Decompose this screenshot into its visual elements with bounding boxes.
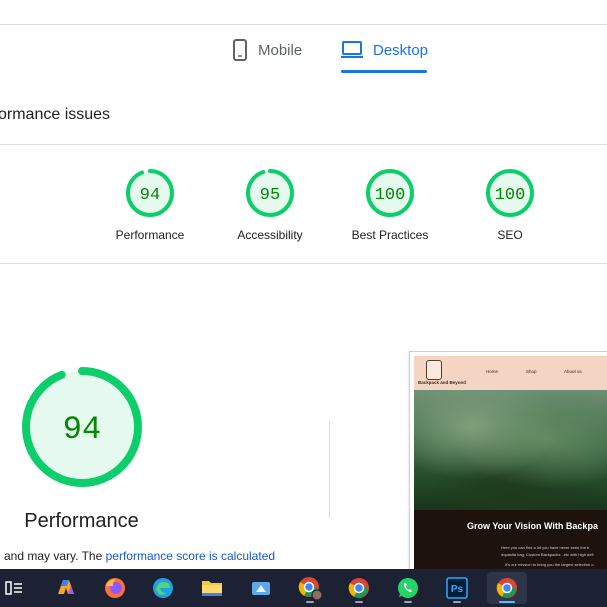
taskbar: Ps	[0, 569, 607, 607]
photoshop-label: Ps	[451, 584, 464, 595]
site-nav: Backpack and Beyond Home Shop About us	[414, 356, 607, 390]
issues-heading: ormance issues	[0, 106, 111, 123]
site-nav-about: About us	[564, 369, 582, 374]
gauge-score: 95	[260, 186, 280, 205]
divider	[0, 144, 607, 145]
score-gauge-accessibility[interactable]: 95 Accessibility	[210, 168, 330, 242]
divider	[0, 263, 607, 264]
site-nav-shop: Shop	[526, 369, 537, 374]
site-nav-home: Home	[486, 369, 499, 374]
taskbar-task-view[interactable]	[0, 572, 34, 604]
taskbar-photoshop[interactable]: Ps	[437, 572, 477, 604]
hero-image	[414, 390, 607, 510]
taskbar-firefox[interactable]	[95, 572, 135, 604]
gauge-ring: 95	[246, 169, 294, 217]
score-gauge-performance[interactable]: 94 Performance	[90, 168, 210, 242]
tab-desktop[interactable]: Desktop	[341, 25, 428, 75]
score-note-text: and may vary. The	[4, 549, 106, 563]
photoshop-icon: Ps	[446, 577, 468, 599]
taskbar-edge[interactable]	[143, 572, 183, 604]
running-indicator	[499, 601, 515, 603]
whatsapp-icon	[396, 576, 420, 600]
gauge-label: Performance	[115, 228, 185, 242]
running-indicator	[404, 601, 412, 603]
chrome-icon	[495, 576, 519, 600]
performance-gauge-large: 94	[20, 365, 144, 489]
hero-caption-band	[414, 510, 607, 570]
gauge-label: Best Practices	[351, 228, 429, 242]
tab-mobile-label: Mobile	[258, 41, 303, 59]
taskbar-chrome[interactable]	[487, 572, 527, 604]
tab-desktop-label: Desktop	[373, 41, 429, 59]
vertical-divider	[329, 422, 330, 518]
taskbar-copilot[interactable]	[46, 572, 86, 604]
tab-selected-indicator	[341, 70, 427, 73]
site-headline: Grow Your Vision With Backpa	[467, 521, 598, 531]
chrome-profile-icon	[297, 575, 323, 601]
gauge-score: 100	[375, 186, 406, 205]
running-indicator	[306, 601, 314, 603]
backpack-logo-icon	[426, 360, 442, 380]
gauge-ring: 94	[126, 169, 174, 217]
site-brand: Backpack and Beyond	[418, 380, 467, 385]
task-view-icon	[5, 579, 23, 597]
running-indicator	[453, 601, 461, 603]
gauge-score: 100	[495, 186, 526, 205]
file-explorer-icon	[200, 577, 224, 599]
gauge-ring: 100	[486, 169, 534, 217]
laptop-icon	[341, 41, 363, 59]
score-note: and may vary. The performance score is c…	[4, 549, 275, 563]
taskbar-file-explorer[interactable]	[192, 572, 232, 604]
running-indicator	[355, 601, 363, 603]
copilot-icon	[54, 576, 78, 600]
tab-mobile[interactable]: Mobile	[232, 25, 302, 75]
page-screenshot: Backpack and Beyond Home Shop About us	[409, 351, 607, 571]
app-icon	[249, 577, 273, 599]
gauge-label: Accessibility	[237, 228, 303, 242]
phone-icon	[232, 39, 248, 61]
performance-title: Performance	[24, 510, 139, 532]
chrome-icon	[347, 576, 371, 600]
gauge-label: SEO	[497, 228, 523, 242]
site-subtext: Here you can find a lot you have never s…	[501, 545, 590, 550]
taskbar-chrome[interactable]	[339, 572, 379, 604]
site-subtext: dopasita bag. Custom Backpacks...etc wit…	[501, 552, 594, 557]
score-gauge-best-practices[interactable]: 100 Best Practices	[330, 168, 450, 242]
taskbar-chrome-profile[interactable]	[290, 572, 330, 604]
performance-score: 94	[63, 411, 101, 448]
firefox-icon	[103, 576, 127, 600]
gauge-score: 94	[140, 186, 160, 205]
score-calculation-link[interactable]: performance score is calculated	[106, 549, 275, 563]
edge-icon	[151, 576, 175, 600]
score-gauge-seo[interactable]: 100 SEO	[450, 168, 570, 242]
gauge-ring: 100	[366, 169, 414, 217]
device-tabs: Mobile Desktop	[0, 25, 607, 75]
taskbar-whatsapp[interactable]	[388, 572, 428, 604]
site-subtext: It's our mission to bring you the larges…	[505, 562, 594, 567]
taskbar-app[interactable]	[241, 572, 281, 604]
